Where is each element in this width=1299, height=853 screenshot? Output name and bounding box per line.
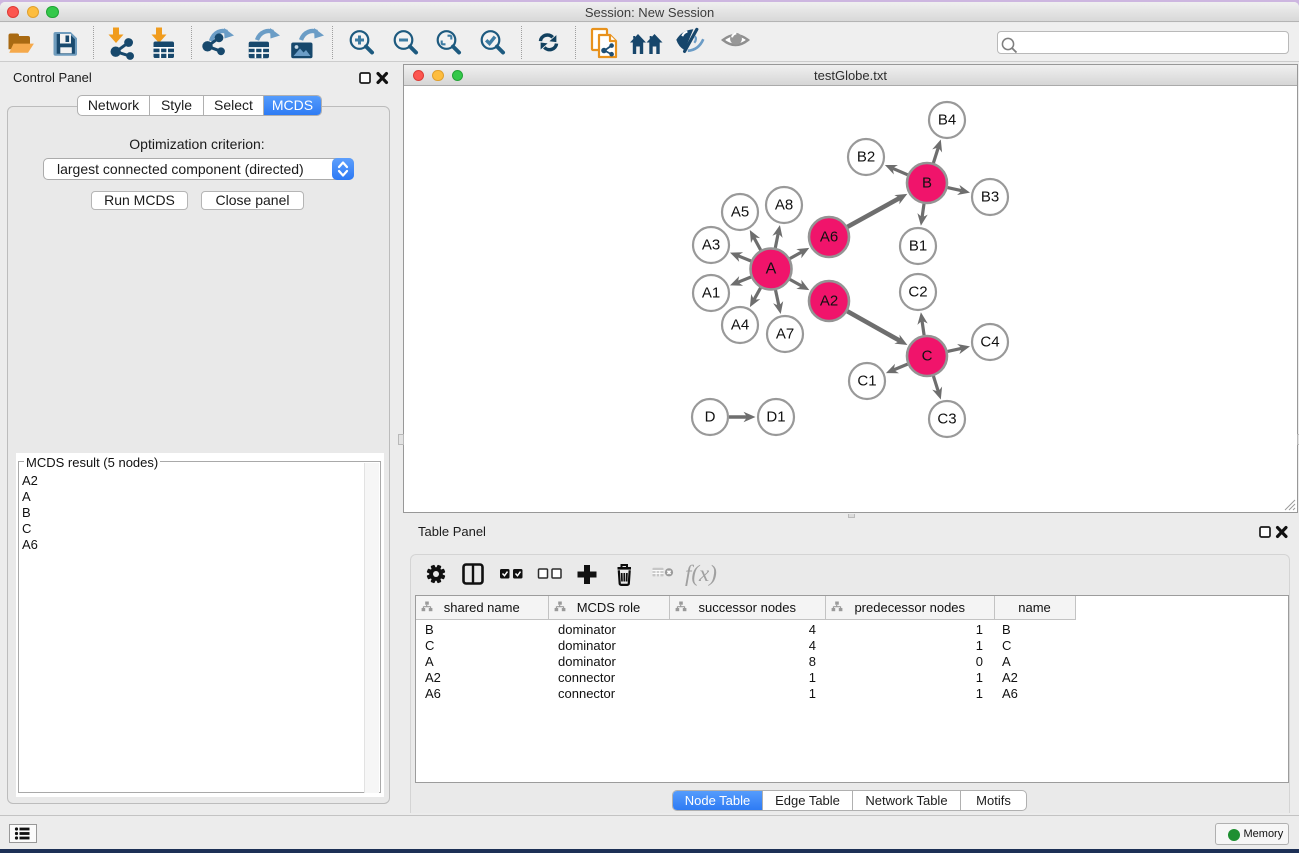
svg-text:C4: C4 (980, 334, 999, 351)
svg-text:B2: B2 (857, 149, 875, 166)
svg-text:A7: A7 (776, 326, 794, 343)
svg-text:C2: C2 (908, 284, 927, 301)
svg-text:B4: B4 (938, 112, 956, 129)
svg-text:A8: A8 (775, 197, 793, 214)
svg-text:A4: A4 (731, 317, 749, 334)
svg-text:B1: B1 (909, 238, 927, 255)
svg-text:D: D (705, 409, 716, 426)
svg-text:A: A (766, 261, 777, 278)
svg-text:C1: C1 (857, 373, 876, 390)
svg-text:B3: B3 (981, 189, 999, 206)
svg-text:A5: A5 (731, 204, 749, 221)
svg-text:A6: A6 (820, 229, 838, 246)
svg-text:C3: C3 (937, 411, 956, 428)
svg-text:C: C (922, 348, 933, 365)
svg-text:f(x): f(x) (685, 562, 717, 586)
svg-text:A2: A2 (820, 293, 838, 310)
svg-text:A1: A1 (702, 285, 720, 302)
svg-text:D1: D1 (766, 409, 785, 426)
svg-text:B: B (922, 175, 932, 192)
svg-text:A3: A3 (702, 237, 720, 254)
